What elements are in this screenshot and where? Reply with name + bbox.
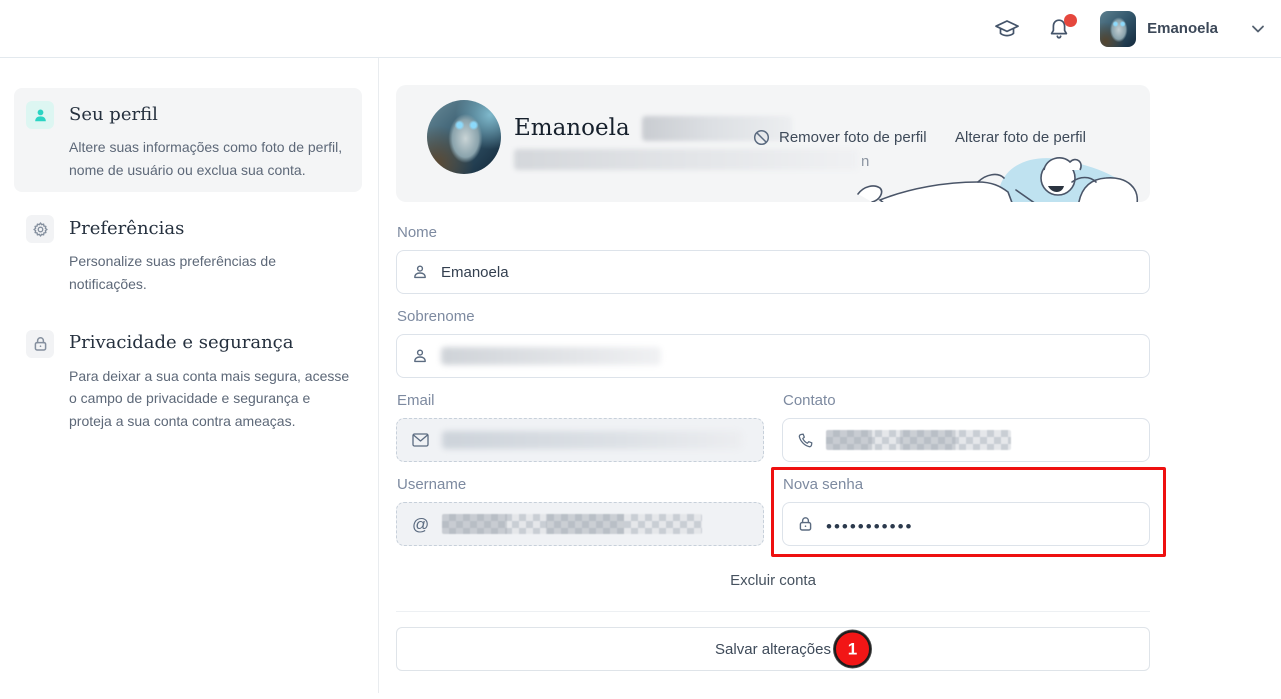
field-username: Username @ bbox=[396, 462, 764, 546]
redacted-email bbox=[514, 149, 859, 170]
chevron-down-icon[interactable] bbox=[1249, 20, 1267, 38]
email-input bbox=[396, 418, 764, 462]
field-contato: Contato bbox=[782, 378, 1150, 462]
sidebar-item-privacidade[interactable]: Privacidade e segurança Para deixar a su… bbox=[14, 317, 362, 444]
avatar[interactable] bbox=[1100, 11, 1136, 47]
profile-settings-panel: Emanoela n Remover foto de perfil Altera… bbox=[396, 58, 1150, 671]
field-label: Username bbox=[397, 476, 764, 493]
form-row-username-senha: Username @ Nova senha ••••••••••• bbox=[396, 462, 1150, 546]
sobrenome-input[interactable] bbox=[396, 334, 1150, 378]
phone-icon bbox=[798, 433, 813, 448]
nova-senha-input[interactable]: ••••••••••• bbox=[782, 502, 1150, 546]
field-sobrenome: Sobrenome bbox=[396, 308, 1150, 378]
change-photo-label: Alterar foto de perfil bbox=[955, 129, 1086, 146]
field-label: Nome bbox=[397, 224, 1150, 241]
settings-sidebar: Seu perfil Altere suas informações como … bbox=[0, 58, 379, 693]
redacted-contato-value bbox=[826, 430, 1011, 450]
step-annotation-badge: 1 bbox=[834, 631, 871, 668]
field-label: Contato bbox=[783, 392, 1150, 409]
footer-divider bbox=[396, 611, 1150, 612]
topbar: Emanoela bbox=[0, 0, 1281, 58]
field-email: Email bbox=[396, 378, 764, 462]
redacted-username-value bbox=[442, 514, 702, 534]
relaxing-person-illustration bbox=[850, 148, 1150, 202]
remove-photo-button[interactable]: Remover foto de perfil bbox=[753, 129, 927, 146]
save-button-label: Salvar alterações bbox=[715, 641, 831, 658]
sidebar-item-description: Altere suas informações como foto de per… bbox=[69, 136, 350, 181]
profile-name-row: Emanoela bbox=[514, 115, 792, 141]
field-nova-senha: Nova senha ••••••••••• bbox=[782, 462, 1150, 546]
contato-input[interactable] bbox=[782, 418, 1150, 462]
form-row-email-contato: Email Contato bbox=[396, 378, 1150, 462]
sidebar-item-seu-perfil[interactable]: Seu perfil Altere suas informações como … bbox=[14, 88, 362, 192]
slash-circle-icon bbox=[753, 129, 770, 146]
graduation-cap-icon[interactable] bbox=[994, 17, 1020, 41]
change-photo-button[interactable]: Alterar foto de perfil bbox=[955, 129, 1086, 146]
field-nome: Nome Emanoela bbox=[396, 224, 1150, 294]
profile-header-card: Emanoela n Remover foto de perfil Altera… bbox=[396, 85, 1150, 202]
profile-display-name: Emanoela bbox=[514, 115, 630, 141]
lock-icon bbox=[798, 516, 813, 532]
profile-email-tail: n bbox=[861, 153, 869, 170]
profile-email-row: n bbox=[514, 149, 869, 170]
user-icon bbox=[412, 348, 428, 364]
nome-value: Emanoela bbox=[441, 264, 509, 281]
topbar-user-name[interactable]: Emanoela bbox=[1147, 20, 1218, 37]
delete-account-link[interactable]: Excluir conta bbox=[396, 572, 1150, 589]
gear-icon bbox=[26, 215, 54, 243]
user-icon bbox=[26, 101, 54, 129]
sidebar-item-title: Privacidade e segurança bbox=[69, 332, 350, 353]
field-label: Nova senha bbox=[783, 476, 1150, 493]
sidebar-item-description: Para deixar a sua conta mais segura, ace… bbox=[69, 365, 350, 433]
sidebar-item-title: Preferências bbox=[69, 218, 350, 239]
sidebar-item-title: Seu perfil bbox=[69, 104, 350, 125]
envelope-icon bbox=[412, 433, 429, 447]
bell-icon[interactable] bbox=[1048, 17, 1070, 41]
notification-dot bbox=[1064, 14, 1077, 27]
nome-input[interactable]: Emanoela bbox=[396, 250, 1150, 294]
field-label: Sobrenome bbox=[397, 308, 1150, 325]
sidebar-item-description: Personalize suas preferências de notific… bbox=[69, 250, 350, 295]
at-icon: @ bbox=[412, 516, 429, 533]
username-input: @ bbox=[396, 502, 764, 546]
user-icon bbox=[412, 264, 428, 280]
remove-photo-label: Remover foto de perfil bbox=[779, 129, 927, 146]
field-label: Email bbox=[397, 392, 764, 409]
save-button[interactable]: Salvar alterações 1 bbox=[396, 627, 1150, 671]
redacted-email-value bbox=[442, 431, 742, 449]
profile-avatar bbox=[427, 100, 501, 174]
sidebar-item-preferencias[interactable]: Preferências Personalize suas preferênci… bbox=[14, 202, 362, 306]
redacted-sobrenome-value bbox=[441, 347, 661, 365]
nova-senha-value: ••••••••••• bbox=[826, 514, 913, 535]
lock-icon bbox=[26, 330, 54, 358]
